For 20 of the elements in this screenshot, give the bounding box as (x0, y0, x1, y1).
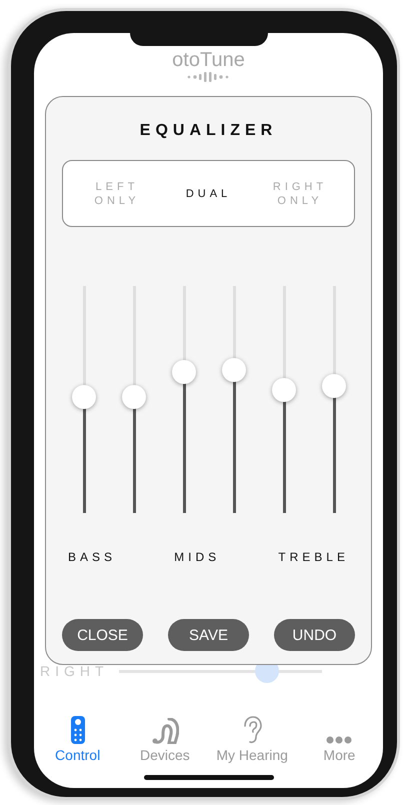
band-label: TREBLE (278, 550, 349, 564)
action-button[interactable]: UNDO (274, 619, 355, 651)
hearing-aid-icon (150, 718, 179, 744)
band-label: MIDS (174, 550, 220, 564)
mode-option[interactable]: LEFT ONLY (77, 180, 157, 208)
remote-icon (70, 716, 85, 744)
band-label: BASS (68, 550, 116, 564)
tab[interactable]: My Hearing (210, 713, 295, 763)
mode-option[interactable]: RIGHT ONLY (260, 180, 340, 208)
action-button[interactable]: CLOSE (62, 619, 143, 651)
app-logo: otoTune (172, 50, 245, 70)
tab[interactable]: Control (35, 713, 120, 763)
soundwave-icon (186, 72, 232, 82)
tab[interactable]: More (296, 713, 382, 763)
more-icon (326, 736, 352, 744)
action-button[interactable]: SAVE (168, 619, 249, 651)
ear-icon (241, 716, 264, 744)
panel-title: EQUALIZER (138, 122, 278, 140)
mode-option[interactable]: DUAL (168, 186, 248, 200)
tab[interactable]: Devices (122, 713, 208, 763)
